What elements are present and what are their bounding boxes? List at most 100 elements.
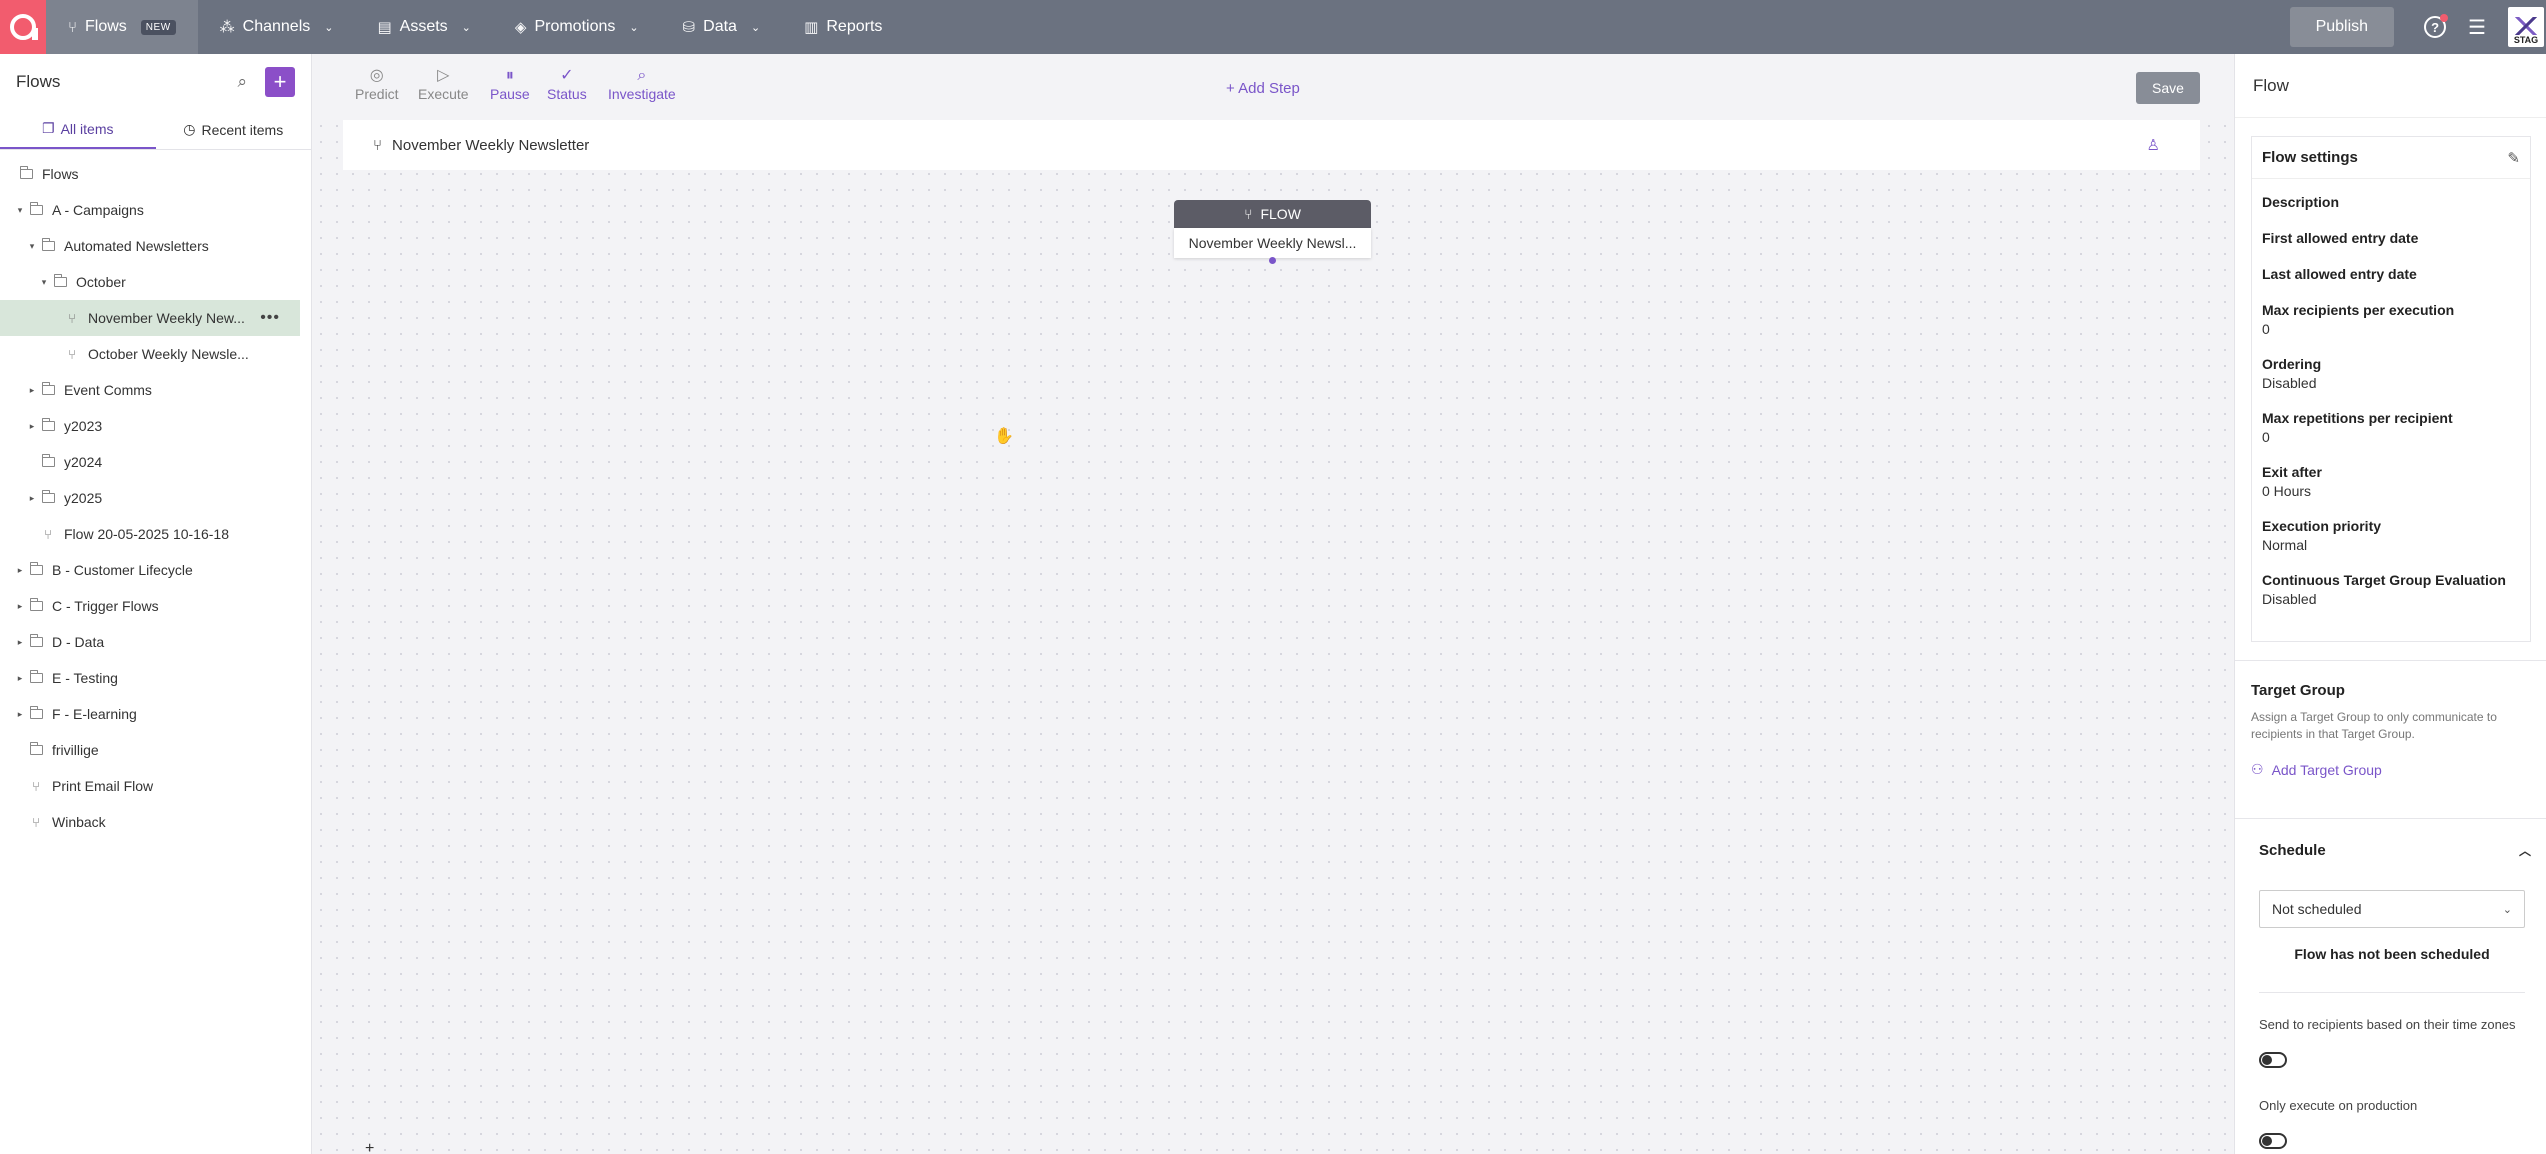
tree-item-label: Flow 20-05-2025 10-16-18 [64, 526, 229, 542]
tree-item-flow-20-05-2025[interactable]: ⑂ Flow 20-05-2025 10-16-18 [0, 516, 311, 552]
timezone-toggle[interactable] [2259, 1052, 2287, 1068]
status-label: Status [547, 86, 587, 102]
add-step-button[interactable]: + Add Step [1226, 80, 1300, 97]
tree-item-frivillige[interactable]: frivillige [0, 732, 311, 768]
clock-icon: ◷ [183, 121, 196, 137]
pause-button[interactable]: ⏸ Pause [490, 66, 530, 102]
caret-right-icon[interactable]: ▸ [14, 637, 26, 648]
folder-icon [50, 273, 70, 290]
tree-item-october-newsletter[interactable]: ⑂ October Weekly Newsle... [0, 336, 311, 372]
settings-sliders-icon[interactable]: ☰ [2468, 15, 2486, 40]
divider [2259, 992, 2525, 993]
pause-label: Pause [490, 86, 530, 102]
environment-avatar[interactable]: STAG [2508, 7, 2544, 47]
tab-recent-items[interactable]: ◷ Recent items [156, 110, 312, 149]
nav-promotions[interactable]: ◈ Promotions ⌄ [493, 0, 661, 54]
caret-right-icon[interactable]: ▸ [26, 385, 38, 396]
flow-settings-card: Flow settings ✎ Description First allowe… [2251, 136, 2531, 642]
tree-item-label: Event Comms [64, 382, 152, 398]
folder-icon [26, 705, 46, 722]
tree-item-print-email-flow[interactable]: ⑂ Print Email Flow [0, 768, 311, 804]
status-button[interactable]: ✓ Status [547, 66, 587, 102]
flow-node[interactable]: ⑂ FLOW November Weekly Newsl... [1174, 200, 1371, 264]
production-toggle[interactable] [2259, 1133, 2287, 1149]
more-options-icon[interactable]: ••• [260, 309, 280, 327]
tree-item-label: October [76, 274, 126, 290]
app-logo[interactable] [0, 0, 46, 54]
node-connector[interactable] [1269, 257, 1276, 264]
nav-data[interactable]: ⛁ Data ⌄ [661, 0, 783, 54]
tree-item-label: Print Email Flow [52, 778, 154, 794]
tree-item-winback[interactable]: ⑂ Winback [0, 804, 311, 840]
caret-right-icon[interactable]: ▸ [14, 565, 26, 576]
tree-item-november-newsletter[interactable]: ⑂ November Weekly New... ••• [0, 300, 300, 336]
add-flow-button[interactable]: + [265, 67, 295, 97]
caret-down-icon[interactable]: ▾ [38, 277, 50, 288]
flow-icon: ⑂ [44, 526, 52, 542]
tab-all-items[interactable]: ❐ All items [0, 110, 156, 149]
caret-right-icon[interactable]: ▸ [26, 493, 38, 504]
person-icon[interactable]: ♙ [2147, 136, 2160, 154]
tree-item-event-comms[interactable]: ▸ Event Comms [0, 372, 311, 408]
folder-icon [38, 237, 58, 254]
chevron-up-icon[interactable]: ︿ [2519, 842, 2531, 859]
caret-right-icon[interactable]: ▸ [14, 709, 26, 720]
caret-down-icon[interactable]: ▾ [14, 205, 26, 216]
investigate-label: Investigate [608, 86, 676, 102]
schedule-selected-value: Not scheduled [2272, 901, 2362, 917]
save-button[interactable]: Save [2136, 72, 2200, 104]
tree-item-flows[interactable]: Flows [0, 156, 311, 192]
sidebar-header: Flows ⌕ + [0, 54, 311, 110]
flow-icon: ⑂ [1244, 206, 1253, 222]
nav-reports-label: Reports [826, 18, 883, 35]
tree-item-b-customer-lifecycle[interactable]: ▸ B - Customer Lifecycle [0, 552, 311, 588]
predict-icon: ◎ [369, 67, 384, 84]
nav-reports[interactable]: ▥ Reports [782, 0, 904, 54]
predict-button[interactable]: ◎ Predict [355, 66, 399, 102]
caret-right-icon[interactable]: ▸ [14, 601, 26, 612]
tree-item-y2025[interactable]: ▸ y2025 [0, 480, 311, 516]
caret-down-icon[interactable]: ▾ [26, 241, 38, 252]
tree-item-label: Automated Newsletters [64, 238, 209, 254]
schedule-header[interactable]: Schedule ︿ [2259, 842, 2531, 859]
tree-item-y2023[interactable]: ▸ y2023 [0, 408, 311, 444]
pause-icon: ⏸ [505, 67, 514, 84]
schedule-title: Schedule [2259, 842, 2326, 859]
flow-node-type: FLOW [1260, 206, 1301, 222]
nav-assets[interactable]: ▤ Assets ⌄ [355, 0, 492, 54]
nav-flows[interactable]: ⑂ Flows NEW [46, 0, 198, 54]
tree-item-october[interactable]: ▾ October [0, 264, 311, 300]
add-target-group-button[interactable]: ⚇ Add Target Group [2251, 761, 2535, 778]
top-navigation: ⑂ Flows NEW ⁂ Channels ⌄ ▤ Assets ⌄ ◈ Pr… [0, 0, 2546, 54]
zoom-in-icon[interactable]: + [365, 1140, 374, 1154]
flow-canvas[interactable]: ◎ Predict ▷ Execute ⏸ Pause ✓ Status ⌕ I… [313, 54, 2233, 1154]
assets-icon: ▤ [377, 19, 392, 36]
add-step-label: Add Step [1238, 80, 1300, 97]
mountain-icon [2511, 17, 2541, 35]
tree-item-a-campaigns[interactable]: ▾ A - Campaigns [0, 192, 311, 228]
execute-button[interactable]: ▷ Execute [418, 66, 469, 102]
database-icon: ⛁ [682, 19, 696, 36]
sidebar-tabs: ❐ All items ◷ Recent items [0, 110, 311, 150]
schedule-select[interactable]: Not scheduled ⌄ [2259, 890, 2525, 928]
tree-item-f-e-learning[interactable]: ▸ F - E-learning [0, 696, 311, 732]
caret-right-icon[interactable]: ▸ [14, 673, 26, 684]
investigate-button[interactable]: ⌕ Investigate [608, 66, 676, 102]
tree-item-e-testing[interactable]: ▸ E - Testing [0, 660, 311, 696]
tree-item-c-trigger-flows[interactable]: ▸ C - Trigger Flows [0, 588, 311, 624]
tree-item-d-data[interactable]: ▸ D - Data [0, 624, 311, 660]
flow-properties-panel: Flow Flow settings ✎ Description First a… [2234, 54, 2546, 1154]
edit-pencil-icon[interactable]: ✎ [2507, 149, 2520, 167]
tree-item-automated-newsletters[interactable]: ▾ Automated Newsletters [0, 228, 311, 264]
search-icon[interactable]: ⌕ [237, 72, 247, 92]
check-icon: ✓ [560, 67, 574, 84]
field-execution-priority: Execution priority Normal [2262, 518, 2382, 553]
flow-icon: ⑂ [68, 310, 76, 326]
caret-right-icon[interactable]: ▸ [26, 421, 38, 432]
tree-item-y2024[interactable]: y2024 [0, 444, 311, 480]
nav-channels[interactable]: ⁂ Channels ⌄ [198, 0, 356, 54]
publish-button[interactable]: Publish [2289, 7, 2395, 47]
field-max-recipients: Max recipients per execution 0 [2262, 302, 2455, 337]
folder-tree: Flows ▾ A - Campaigns ▾ Automated Newsle… [0, 150, 311, 840]
help-icon[interactable]: ? [2424, 14, 2449, 38]
